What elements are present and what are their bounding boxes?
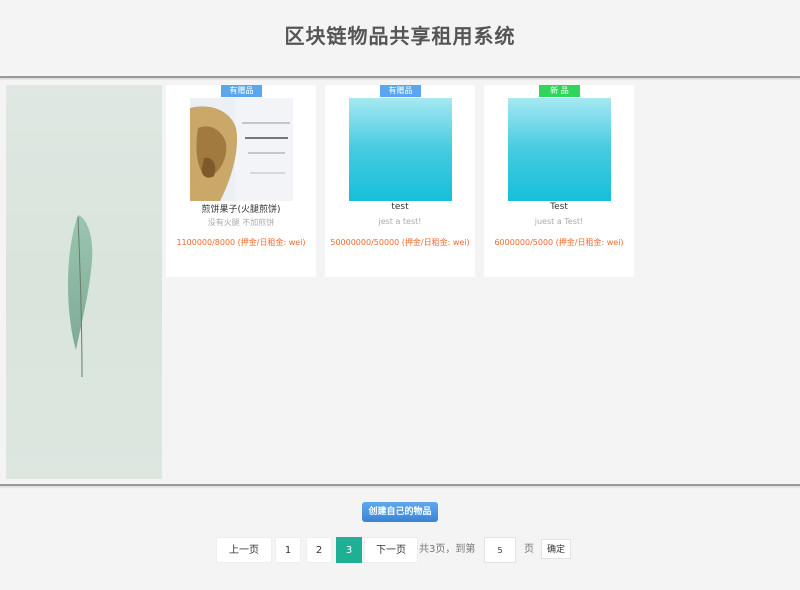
next-page-button[interactable]: 下一页 [364, 537, 418, 563]
page-button-1[interactable]: 1 [275, 537, 301, 563]
item-card[interactable]: 新 品 Test juest a Test! 6000000/5000 (押金/… [484, 85, 634, 277]
item-card[interactable]: 有赠品 煎饼果子(火腿煎饼) 没有火腿 不加煎饼 1100000/8000 (押… [166, 85, 316, 277]
create-item-button[interactable]: 创建自己的物品 [362, 502, 438, 522]
page-title: 区块链物品共享租用系统 [284, 24, 516, 48]
item-price: 50000000/50000 (押金/日租金: wei) [330, 238, 470, 247]
gift-badge: 有赠品 [380, 85, 421, 97]
item-price: 6000000/5000 (押金/日租金: wei) [494, 238, 624, 247]
item-image[interactable] [508, 98, 611, 201]
pancake-image [190, 98, 293, 201]
item-price: 1100000/8000 (押金/日租金: wei) [176, 238, 306, 247]
goto-page-input[interactable] [484, 537, 516, 563]
item-name[interactable]: Test [484, 202, 634, 212]
blue-sky-image [508, 98, 611, 201]
feather-icon [68, 215, 93, 378]
item-description: juest a Test! [534, 217, 584, 226]
blue-sky-image [349, 98, 452, 201]
content-area: 有赠品 煎饼果子(火腿煎饼) 没有火腿 不加煎饼 1100000/8000 (押… [0, 80, 800, 486]
page-button-2[interactable]: 2 [306, 537, 332, 563]
item-card[interactable]: 有赠品 test jest a test! 50000000/50000 (押金… [325, 85, 475, 277]
item-image[interactable] [349, 98, 452, 201]
confirm-page-button[interactable]: 确定 [541, 539, 571, 559]
page-button-3-current[interactable]: 3 [336, 537, 362, 563]
item-description: 没有火腿 不加煎饼 [207, 218, 275, 227]
item-description: jest a test! [378, 217, 422, 226]
total-pages-text: 共3页，到第 [419, 544, 476, 555]
feather-banner-image [6, 85, 162, 479]
item-name[interactable]: 煎饼果子(火腿煎饼) [166, 202, 316, 215]
item-image[interactable] [190, 98, 293, 201]
header: 区块链物品共享租用系统 [0, 0, 800, 78]
gift-badge: 有赠品 [221, 85, 262, 97]
new-badge: 新 品 [539, 85, 580, 97]
item-name[interactable]: test [325, 202, 475, 212]
page-suffix-label: 页 [524, 544, 534, 555]
prev-page-button[interactable]: 上一页 [216, 537, 272, 563]
